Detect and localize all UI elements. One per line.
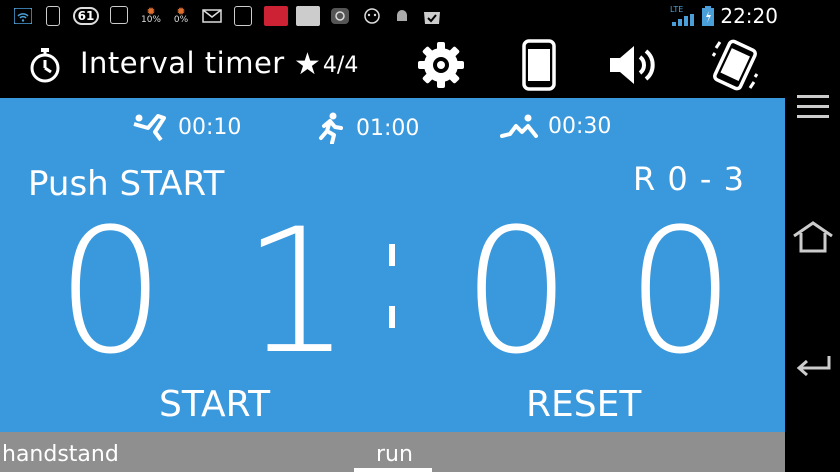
work-time: 01:00 — [356, 115, 420, 141]
app-icon — [296, 6, 320, 26]
back-button[interactable] — [785, 342, 840, 392]
settings-button[interactable] — [414, 38, 468, 92]
phone-icon — [46, 6, 60, 26]
menu-icon — [796, 95, 829, 118]
program-tabs: handstand run — [0, 432, 785, 472]
camera-icon — [330, 6, 350, 26]
rating[interactable]: ★ 4/4 — [294, 50, 358, 80]
app-bar: Interval timer ★ 4/4 — [0, 32, 785, 98]
rotate-device-icon — [711, 39, 759, 91]
wifi-icon — [14, 6, 32, 26]
tab-run[interactable]: run — [376, 442, 413, 467]
cpu-icon: ✹ 0% — [173, 5, 189, 25]
tab-selected-indicator — [354, 468, 432, 472]
app-icon — [110, 6, 128, 24]
star-icon: ★ — [294, 47, 321, 82]
gear-icon — [418, 42, 464, 88]
reset-button[interactable]: RESET — [526, 384, 641, 425]
rotate-button[interactable] — [708, 38, 762, 92]
menu-button[interactable] — [785, 82, 840, 132]
home-icon — [792, 221, 833, 253]
timer-panel[interactable]: 00:10 01:00 00:30 Push START R 0 - 3 0 1… — [0, 98, 785, 432]
seconds-ones-digit: 0 — [626, 191, 736, 392]
android-icon — [394, 6, 410, 26]
running-icon — [319, 112, 343, 144]
time-separator — [389, 244, 397, 368]
tab-handstand[interactable]: handstand — [2, 442, 119, 467]
app-icon — [362, 6, 382, 26]
stopwatch-icon — [18, 38, 72, 92]
app-title: Interval timer — [80, 46, 285, 80]
minutes-ones-digit: 1 — [242, 191, 352, 392]
smartphone-icon — [522, 39, 556, 91]
system-nav-bar — [785, 32, 840, 472]
clipboard-icon — [234, 6, 252, 26]
minutes-tens-digit: 0 — [56, 191, 166, 392]
cpu-icon: ✹ 10% — [140, 5, 161, 25]
home-button[interactable] — [785, 212, 840, 262]
stretch-icon — [133, 114, 166, 142]
battery-icon — [702, 6, 714, 26]
rest-time: 00:30 — [548, 113, 612, 139]
rest-interval[interactable]: 00:30 — [500, 112, 611, 140]
status-clock: 22:20 — [720, 4, 778, 28]
warmup-time: 00:10 — [178, 114, 242, 140]
badge-61-icon: 61 — [72, 6, 100, 26]
rating-value: 4/4 — [322, 52, 359, 78]
seconds-tens-digit: 0 — [462, 191, 572, 392]
status-bar: 61 ✹ 10% ✹ 0% LTE 22:20 — [0, 0, 840, 32]
shopping-icon — [422, 6, 442, 26]
signal-icon: LTE — [670, 6, 694, 26]
gmail-icon — [202, 6, 222, 26]
speaker-icon — [610, 46, 655, 84]
screen-button[interactable] — [512, 38, 566, 92]
start-button[interactable]: START — [159, 384, 270, 425]
work-interval[interactable]: 01:00 — [316, 112, 419, 144]
sound-button[interactable] — [606, 38, 660, 92]
back-icon — [796, 356, 830, 377]
news-icon — [264, 6, 288, 26]
warmup-interval[interactable]: 00:10 — [132, 112, 241, 142]
resting-icon — [500, 114, 538, 138]
